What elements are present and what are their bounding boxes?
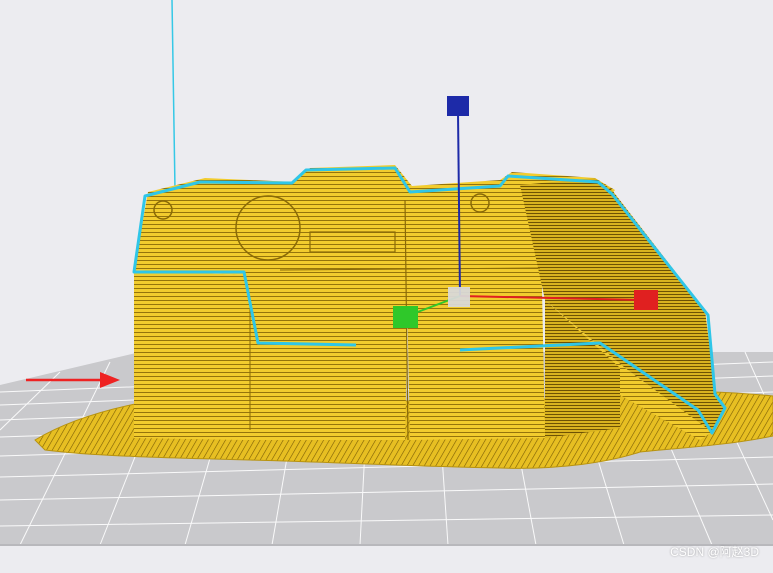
x-axis-handle[interactable]: [634, 290, 658, 310]
origin-handle[interactable]: [448, 287, 470, 307]
z-axis-handle[interactable]: [447, 96, 469, 116]
watermark: CSDN @阿赵3D: [670, 545, 759, 559]
3d-viewport[interactable]: CSDN @阿赵3D: [0, 0, 773, 568]
y-axis-handle[interactable]: [393, 306, 418, 328]
